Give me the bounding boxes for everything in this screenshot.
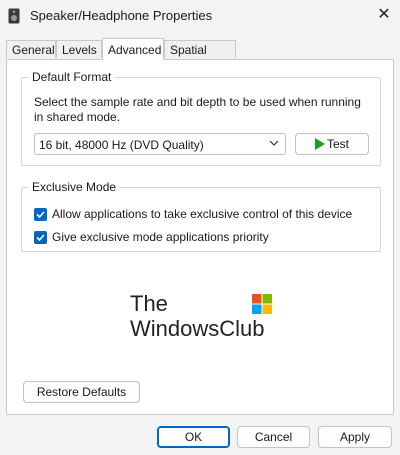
- title-bar: Speaker/Headphone Properties ✕: [0, 0, 400, 32]
- default-format-label: Default Format: [29, 70, 115, 84]
- window-title: Speaker/Headphone Properties: [30, 8, 213, 23]
- windows-logo-icon: [252, 294, 272, 314]
- format-dropdown[interactable]: 16 bit, 48000 Hz (DVD Quality): [34, 133, 286, 155]
- format-dropdown-value: 16 bit, 48000 Hz (DVD Quality): [39, 138, 204, 152]
- cancel-button[interactable]: Cancel: [237, 426, 310, 448]
- speaker-icon: [8, 8, 20, 24]
- restore-defaults-button[interactable]: Restore Defaults: [23, 381, 140, 403]
- play-icon: [314, 138, 325, 150]
- default-format-group: Default Format Select the sample rate an…: [21, 70, 381, 166]
- default-format-description: Select the sample rate and bit depth to …: [34, 95, 361, 124]
- ok-button[interactable]: OK: [157, 426, 230, 448]
- tab-spatial-sound[interactable]: Spatial sound: [164, 40, 236, 75]
- exclusive-mode-label: Exclusive Mode: [29, 180, 120, 194]
- exclusive-mode-group: Exclusive Mode Allow applications to tak…: [21, 180, 381, 252]
- close-icon[interactable]: ✕: [372, 4, 396, 26]
- chevron-down-icon: [269, 140, 279, 146]
- checkmark-icon: [36, 211, 45, 219]
- watermark-line2: WindowsClub: [130, 316, 265, 341]
- apply-button[interactable]: Apply: [318, 426, 392, 448]
- tab-strip: General Levels Advanced Spatial sound: [6, 38, 394, 75]
- exclusive-control-label: Allow applications to take exclusive con…: [52, 207, 353, 221]
- exclusive-priority-label: Give exclusive mode applications priorit…: [52, 230, 269, 244]
- exclusive-control-checkbox[interactable]: [34, 208, 47, 221]
- tab-general[interactable]: General: [6, 40, 56, 58]
- test-button-label: Test: [326, 137, 349, 151]
- tab-advanced[interactable]: Advanced: [102, 38, 164, 60]
- test-button[interactable]: Test: [295, 133, 369, 155]
- exclusive-priority-checkbox[interactable]: [34, 231, 47, 244]
- watermark-line1: The: [130, 291, 168, 316]
- watermark-logo: The WindowsClub: [130, 291, 280, 361]
- tab-levels[interactable]: Levels: [56, 40, 102, 58]
- advanced-panel: Default Format Select the sample rate an…: [6, 59, 394, 415]
- checkmark-icon: [36, 234, 45, 242]
